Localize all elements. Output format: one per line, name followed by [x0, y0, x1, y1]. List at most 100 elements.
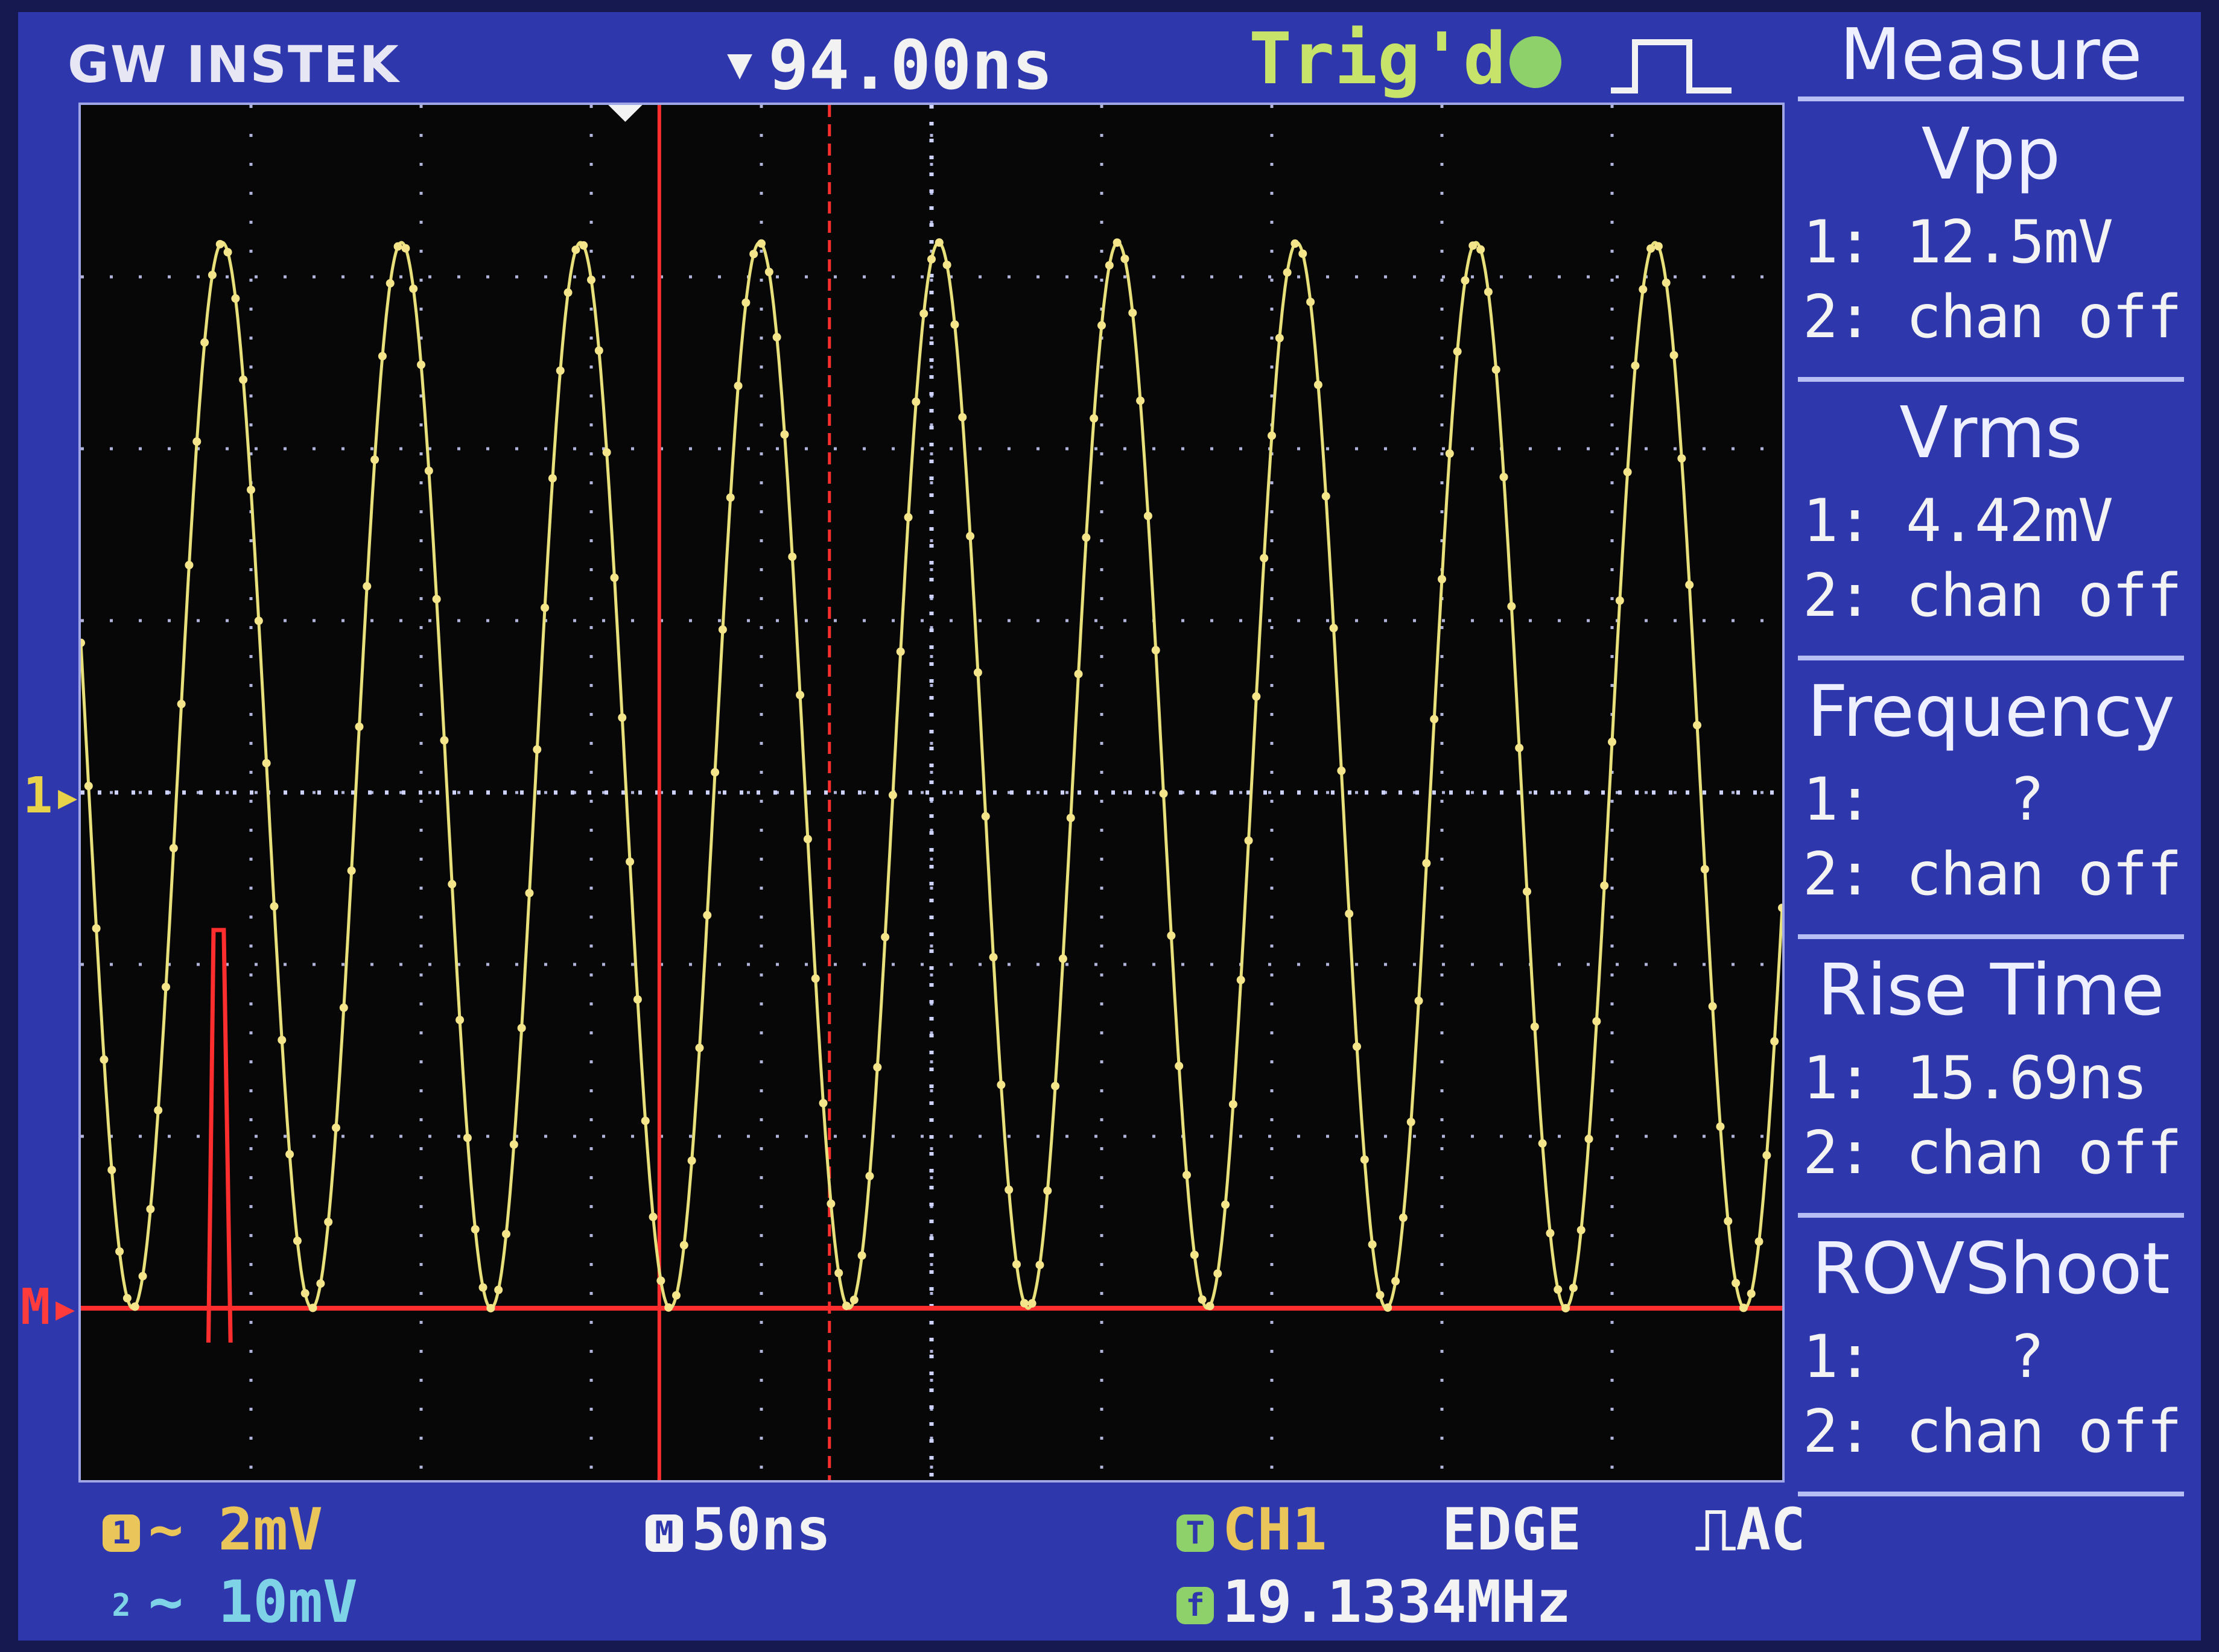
graticule	[81, 105, 1782, 1480]
oscilloscope-screen: GW INSTEK ▼ 94.00ns Trig'd 1▸ M▸ Measure …	[18, 12, 2201, 1641]
ch1-sample-point	[587, 276, 595, 285]
trigger-source[interactable]: T CH1	[1176, 1496, 1327, 1563]
ch1-sample-point	[1499, 472, 1508, 481]
ch1-sample-point	[1600, 881, 1609, 890]
ch1-sample-point	[278, 1036, 287, 1045]
ch1-sample-point	[84, 782, 93, 791]
ch1-sample-point	[1175, 1062, 1184, 1071]
ch1-sample-point	[1608, 738, 1616, 747]
ch1-scale[interactable]: 1 ~ 2mV	[103, 1496, 323, 1563]
ch1-sample-point	[950, 320, 959, 329]
measure-ch1-value: 1: ?	[1803, 765, 2045, 834]
math-marker[interactable]: M▸	[21, 1279, 80, 1336]
measure-rovshoot[interactable]: ROVShoot 1: ? 2: chan off	[1798, 1217, 2184, 1496]
ch1-sample-point	[1313, 381, 1322, 390]
ch1-sample-point	[1646, 244, 1656, 253]
frequency-value: 19.1334MHz	[1222, 1568, 1571, 1636]
measure-title[interactable]: Measure	[1798, 12, 2184, 101]
ch1-sample-point	[1306, 297, 1315, 306]
ch1-sample-point	[1337, 766, 1346, 775]
ch1-sample-point	[1724, 1217, 1733, 1226]
ch1-sample-point	[1414, 996, 1423, 1005]
ch1-sample-point	[579, 241, 588, 250]
ch1-sample-point	[641, 1116, 650, 1125]
ch1-sample-point	[1167, 931, 1176, 940]
ch1-sample-point	[1700, 865, 1709, 874]
measure-rise-time[interactable]: Rise Time 1: 15.69ns 2: chan off	[1798, 938, 2184, 1218]
ch1-sample-point	[1252, 692, 1261, 701]
ch1-sample-point	[393, 242, 402, 251]
ch1-sample-point	[780, 430, 789, 439]
ch1-sample-point	[1329, 624, 1338, 633]
ch1-sample-point	[138, 1271, 147, 1280]
ch1-sample-point	[1298, 249, 1307, 258]
ch1-sample-point	[1654, 242, 1663, 251]
ch1-sample-point	[533, 745, 542, 754]
ch1-sample-point	[1097, 321, 1106, 330]
ch2-chip-icon: 2	[112, 1587, 131, 1624]
ch1-sample-point	[757, 239, 766, 248]
frequency-counter[interactable]: f 19.1334MHz	[1176, 1568, 1571, 1636]
ch1-sample-point	[185, 560, 194, 569]
ch1-sample-point	[509, 1140, 518, 1149]
ch1-sample-point	[1739, 1303, 1748, 1312]
ch1-sample-point	[1515, 744, 1524, 753]
ch1-sample-point	[456, 1016, 465, 1025]
ch1-sample-point	[966, 531, 975, 540]
ch1-sample-point	[270, 902, 279, 911]
ch1-sample-point	[873, 1063, 882, 1072]
timebase[interactable]: M 50ns	[646, 1496, 831, 1563]
measure-frequency[interactable]: Frequency 1: ? 2: chan off	[1798, 660, 2184, 939]
trigger-coupling-value: AC	[1736, 1496, 1806, 1563]
measure-ch1-value: 1: ?	[1803, 1323, 2045, 1391]
measure-ch2-value: 2: chan off	[1803, 562, 2182, 630]
ch1-sample-point	[1507, 602, 1516, 611]
ch1-sample-point	[1213, 1269, 1222, 1278]
ch2-scale[interactable]: 2 ~ 10mV	[103, 1568, 358, 1636]
ch1-sample-point	[1143, 511, 1152, 521]
measure-vpp[interactable]: Vpp 1: 12.5mV 2: chan off	[1798, 103, 2184, 382]
ch1-sample-point	[1484, 287, 1493, 296]
ch1-sample-point	[919, 309, 929, 318]
trigger-coupling[interactable]: ⎍AC	[1695, 1496, 1806, 1565]
trigger-position-value: 94.00ns	[768, 27, 1053, 105]
trigger-status-dot-icon	[1509, 36, 1562, 88]
ch1-sample-point	[1538, 1139, 1547, 1148]
pulse-waveform-icon	[1611, 39, 1732, 93]
ch1-sample-point	[1693, 721, 1701, 730]
ch1-sample-point	[626, 857, 635, 866]
measure-vrms[interactable]: Vrms 1: 4.42mV 2: chan off	[1798, 381, 2184, 660]
ch1-sample-point	[772, 333, 781, 342]
ch1-sample-point	[486, 1303, 495, 1312]
ch1-sample-point	[1430, 715, 1439, 724]
ch1-sample-point	[633, 995, 642, 1004]
ch1-sample-point	[1461, 276, 1470, 285]
ch1-sample-point	[424, 466, 433, 475]
ch1-sample-point	[81, 638, 85, 647]
ch1-ground-marker[interactable]: 1▸	[23, 767, 83, 824]
ch1-sample-point	[703, 911, 712, 920]
ch1-sample-point	[1747, 1289, 1756, 1298]
measure-ch1-value: 1: 15.69ns	[1803, 1044, 2148, 1113]
ch1-sample-point	[989, 953, 998, 962]
ch1-sample-point	[1554, 1285, 1563, 1294]
ch1-sample-point	[973, 668, 982, 677]
measure-name: ROVShoot	[1812, 1227, 2170, 1310]
ch1-sample-point	[1221, 1200, 1230, 1209]
ch1-sample-point	[1422, 859, 1431, 868]
ch1-sample-point	[146, 1204, 155, 1214]
measure-ch1-value: 1: 4.42mV	[1803, 487, 2113, 555]
ch1-sample-point	[594, 346, 603, 355]
ch1-sample-point	[1406, 1118, 1415, 1127]
measure-name: Frequency	[1807, 669, 2175, 753]
ch1-sample-point	[1268, 431, 1276, 440]
ch2-scale-value: ~ 10mV	[148, 1568, 358, 1636]
ch1-sample-point	[788, 552, 797, 562]
ch1-sample-point	[1027, 1299, 1036, 1308]
ch1-sample-point	[912, 397, 921, 407]
ch1-sample-point	[1183, 1171, 1191, 1180]
trigger-type[interactable]: EDGE	[1442, 1496, 1581, 1563]
ch1-sample-point	[130, 1302, 139, 1311]
waveform-display[interactable]	[78, 103, 1785, 1483]
ch1-sample-point	[749, 250, 758, 259]
